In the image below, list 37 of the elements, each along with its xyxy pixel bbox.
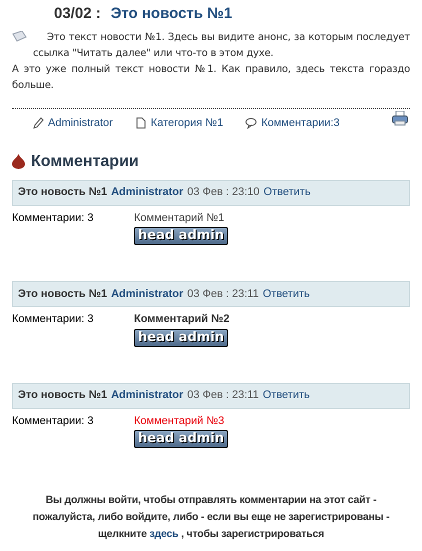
- register-link[interactable]: здесь: [150, 528, 178, 540]
- comment-author-link[interactable]: Administrator: [111, 184, 184, 201]
- comment-date: 03 Фев : 23:11: [187, 388, 259, 404]
- paper-note-icon: [12, 31, 27, 42]
- user-rank-badge: head admin: [134, 328, 228, 346]
- comment-date: 03 Фев : 23:11: [187, 286, 259, 302]
- printer-icon[interactable]: [392, 111, 408, 126]
- user-rank-badge: head admin: [134, 227, 228, 245]
- meta-link[interactable]: Administrator: [48, 115, 113, 132]
- login-notice: Вы должны войти, чтобы отправлять комментарии на этот сайт - пожалуйста, либо войдите, либо - если вы еще не зарегистрированы - щелкните здесь , чтобы зарегистрироваться: [32, 493, 390, 542]
- comment-date: 03 Фев : 23:10: [187, 185, 260, 200]
- meta-link[interactable]: Категория №1: [150, 115, 224, 132]
- pencil-icon: [32, 117, 44, 130]
- news-intro: Это текст новости №1. Здесь вы видите анонс, за которым последует ссылка "Читать далее" или что-то в этом духе.: [33, 31, 410, 61]
- comment-text: Комментарий №2: [134, 312, 230, 327]
- reply-link[interactable]: Ответить: [262, 286, 310, 302]
- reply-link[interactable]: Ответить: [264, 184, 311, 201]
- meta-link[interactable]: Комментарии:3: [261, 115, 340, 132]
- comment-author-link[interactable]: Administrator: [111, 286, 184, 302]
- document-icon: [134, 117, 147, 130]
- comment-news-title: Это новость №1: [18, 388, 108, 404]
- reply-link[interactable]: Ответить: [262, 387, 310, 404]
- comment-text: Комментарий №3: [134, 414, 224, 428]
- news-title[interactable]: Это новость №1: [110, 4, 232, 24]
- comment-text: Комментарий №1: [134, 210, 224, 226]
- comment-author-link[interactable]: Administrator: [111, 387, 184, 404]
- comments-heading: Комментарии: [31, 152, 139, 172]
- comment-count: Комментарии: 3: [12, 210, 95, 226]
- news-full-text: А это уже полный текст новости №1. Как правило, здесь текста гораздо больше.: [12, 63, 410, 93]
- comment-news-title: Это новость №1: [18, 185, 108, 200]
- drop-icon: [12, 154, 25, 169]
- comment-count: Комментарии: 3: [12, 414, 95, 428]
- speech-bubble-icon: [245, 117, 258, 130]
- comment-news-title: Это новость №1: [18, 286, 108, 302]
- news-date: 03/02 :: [54, 4, 101, 24]
- comment-count: Комментарии: 3: [12, 312, 95, 327]
- user-rank-badge: head admin: [134, 430, 228, 448]
